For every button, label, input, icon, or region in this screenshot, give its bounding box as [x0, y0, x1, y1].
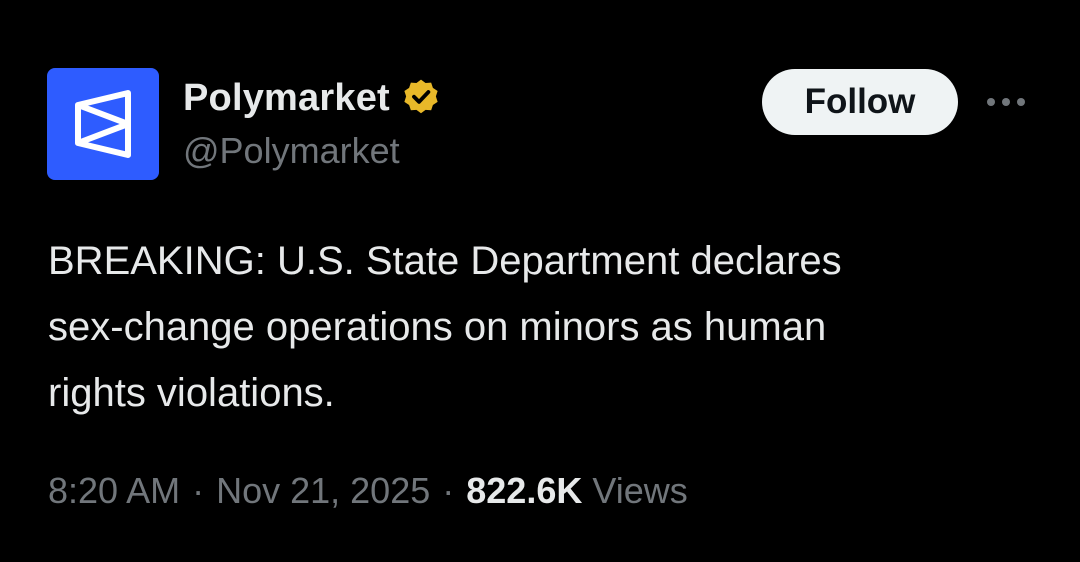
meta-separator: · — [192, 470, 205, 511]
tweet-date[interactable]: Nov 21, 2025 — [216, 470, 430, 512]
tweet-time[interactable]: 8:20 AM — [48, 470, 180, 512]
tweet-meta: 8:20 AM · Nov 21, 2025 · 822.6K Views — [48, 470, 688, 512]
more-dots-icon[interactable] — [982, 82, 1030, 122]
author-name-row: Polymarket — [183, 74, 442, 122]
views-label: Views — [592, 470, 688, 511]
author-display-name[interactable]: Polymarket — [183, 77, 390, 120]
views-count: 822.6K — [466, 470, 583, 511]
tweet-text-line: BREAKING: U.S. State Department declares — [48, 239, 842, 283]
meta-separator: · — [442, 470, 455, 511]
tweet-text-line: sex-change operations on minors as human — [48, 305, 827, 349]
follow-button[interactable]: Follow — [762, 69, 958, 135]
tweet-text-line: rights violations. — [48, 371, 335, 415]
avatar[interactable] — [47, 68, 159, 180]
tweet-card: Polymarket @Polymarket Follow BREAKING: … — [0, 0, 1080, 562]
verified-badge-icon[interactable] — [400, 77, 442, 119]
author-handle[interactable]: @Polymarket — [183, 130, 400, 172]
tweet-text: BREAKING: U.S. State Department declares… — [48, 228, 1038, 426]
polymarket-logo-icon — [75, 90, 131, 158]
